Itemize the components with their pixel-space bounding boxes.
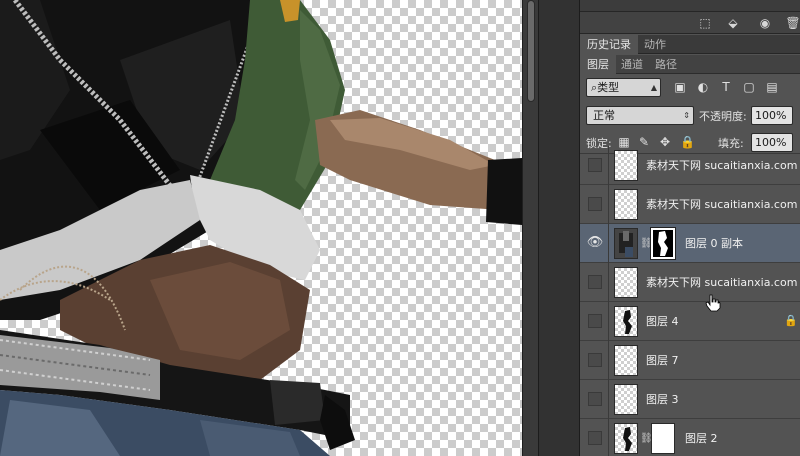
- tab-actions[interactable]: 动作: [637, 35, 673, 54]
- layer-thumbnail: [614, 267, 638, 298]
- visibility-toggle[interactable]: [588, 197, 602, 211]
- smart-object-filter-icon[interactable]: ▤: [765, 80, 779, 95]
- opacity-label: 不透明度:: [699, 110, 747, 123]
- layer-thumbnail: [614, 150, 638, 181]
- shape-filter-icon[interactable]: ▢: [742, 80, 756, 95]
- layer-mask-thumbnail[interactable]: [650, 227, 676, 260]
- layer-row[interactable]: 图层 3: [580, 380, 800, 419]
- dotted-square-icon[interactable]: ⬚: [697, 15, 713, 31]
- layer-mask-thumbnail[interactable]: [651, 423, 675, 454]
- scrollbar-thumb[interactable]: [527, 0, 535, 102]
- blend-mode-value: 正常: [593, 109, 615, 122]
- layers-panel-group: ⬚ ⬙ ◉ 🗑 历史记录 动作 图层 通道 路径 ⌕类型 ▲ ▣ ◐ T ▢ ▤…: [580, 0, 800, 456]
- layer-name: 图层 3: [646, 393, 679, 406]
- tab-history[interactable]: 历史记录: [580, 35, 638, 54]
- row-separator: [608, 146, 609, 185]
- layer-name: 图层 4: [646, 315, 679, 328]
- layers-channels-paths-tabs: 图层 通道 路径: [580, 55, 800, 74]
- blend-opacity-row: 正常 ⇕ 不透明度: 100%: [580, 103, 800, 127]
- layer-thumbnail: [614, 228, 638, 259]
- filter-kind-label: 类型: [597, 81, 620, 94]
- layer-arrow-icon[interactable]: ⬙: [725, 15, 741, 31]
- layer-thumbnail: [614, 189, 638, 220]
- visibility-toggle[interactable]: [588, 392, 602, 406]
- layer-row[interactable]: 素材天下网 sucaitianxia.com: [580, 185, 800, 224]
- panel-dock-strip: [538, 0, 580, 456]
- layer-filter-row: ⌕类型 ▲ ▣ ◐ T ▢ ▤: [580, 75, 800, 101]
- lock-icon: 🔒: [784, 314, 798, 327]
- select-arrows-icon: ▲: [650, 83, 657, 92]
- adjustment-filter-icon[interactable]: ◐: [696, 80, 710, 95]
- layer-name: 素材天下网 sucaitianxia.com: [646, 276, 798, 289]
- layer-thumbnail: [614, 423, 638, 454]
- canvas-vertical-scrollbar[interactable]: [522, 0, 538, 456]
- layer-name: 素材天下网 sucaitianxia.com: [646, 159, 798, 172]
- image-filter-icon[interactable]: ▣: [673, 80, 687, 95]
- layer-row[interactable]: 素材天下网 sucaitianxia.com: [580, 263, 800, 302]
- layer-name: 图层 0 副本: [685, 237, 743, 250]
- row-separator: [608, 419, 609, 456]
- tab-layers[interactable]: 图层: [580, 55, 616, 74]
- link-icon[interactable]: ⛓: [640, 431, 653, 446]
- layer-row[interactable]: 图层 7: [580, 341, 800, 380]
- layers-list: 素材天下网 sucaitianxia.com 素材天下网 sucaitianxi…: [580, 146, 800, 456]
- layer-row[interactable]: 图层 4 🔒: [580, 302, 800, 341]
- layer-filter-kind-select[interactable]: ⌕类型 ▲: [586, 78, 661, 97]
- link-icon[interactable]: ⛓: [640, 236, 653, 251]
- tab-paths[interactable]: 路径: [648, 55, 684, 74]
- document-canvas[interactable]: [0, 0, 522, 456]
- layer-thumbnail: [614, 345, 638, 376]
- tab-channels[interactable]: 通道: [614, 55, 650, 74]
- panel-icon-bar: ⬚ ⬙ ◉ 🗑: [580, 12, 800, 34]
- row-separator: [608, 302, 609, 341]
- layer-thumbnail: [614, 306, 638, 337]
- canvas-image: [0, 0, 522, 456]
- visibility-toggle[interactable]: [588, 275, 602, 289]
- layer-row[interactable]: 素材天下网 sucaitianxia.com: [580, 146, 800, 185]
- panel-top-strip: [580, 0, 800, 12]
- row-separator: [608, 185, 609, 224]
- row-separator: [608, 224, 609, 263]
- visibility-toggle[interactable]: [588, 353, 602, 367]
- hand-cursor-icon: [705, 294, 721, 312]
- layer-thumbnail: [614, 384, 638, 415]
- blend-mode-select[interactable]: 正常 ⇕: [586, 106, 694, 125]
- row-separator: [608, 380, 609, 419]
- visibility-toggle[interactable]: [588, 431, 602, 445]
- opacity-field[interactable]: 100%: [751, 106, 793, 125]
- row-separator: [608, 341, 609, 380]
- history-actions-tabs: 历史记录 动作: [580, 35, 800, 54]
- trash-icon[interactable]: 🗑: [785, 15, 800, 31]
- layer-row-selected[interactable]: 👁 ⛓ 图层 0 副本: [580, 224, 800, 263]
- layer-name: 图层 2: [685, 432, 718, 445]
- layer-name: 素材天下网 sucaitianxia.com: [646, 198, 798, 211]
- row-separator: [608, 263, 609, 302]
- select-arrows-icon: ⇕: [683, 111, 690, 120]
- layer-name: 图层 7: [646, 354, 679, 367]
- visibility-toggle[interactable]: [588, 158, 602, 172]
- eye-icon[interactable]: ◉: [757, 15, 773, 31]
- type-filter-icon[interactable]: T: [719, 80, 733, 95]
- layer-row[interactable]: ⛓ 图层 2: [580, 419, 800, 456]
- eye-icon[interactable]: 👁: [586, 235, 604, 251]
- visibility-toggle[interactable]: [588, 314, 602, 328]
